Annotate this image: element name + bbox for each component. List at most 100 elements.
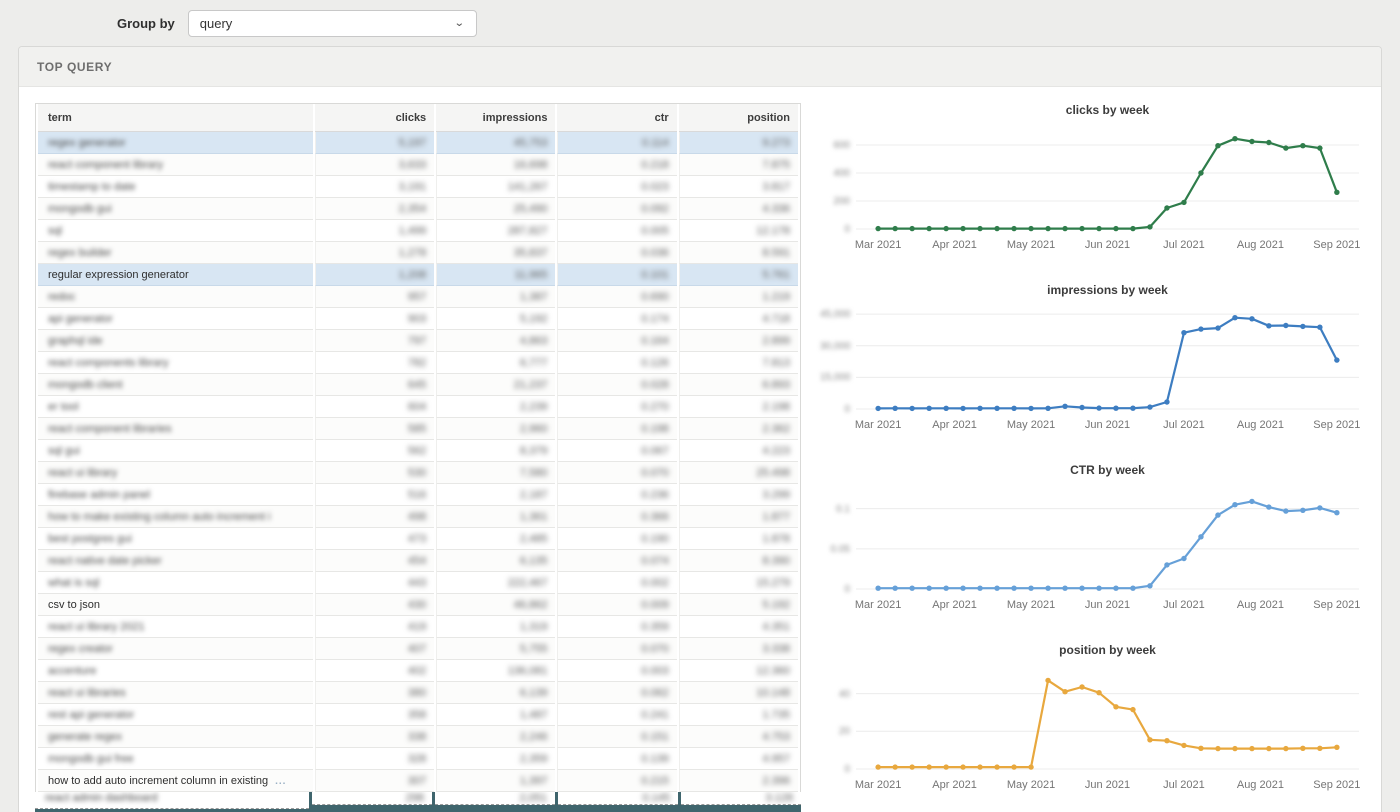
table-row[interactable]: mongodb gui free3282,3590.1394.957 xyxy=(38,748,798,770)
position-cell: 2.198 xyxy=(679,396,798,418)
ctr-cell: 0.126 xyxy=(557,352,676,374)
table-row[interactable]: react component libraries5852,9600.1982.… xyxy=(38,418,798,440)
data-point xyxy=(1181,330,1186,335)
data-point xyxy=(994,406,999,411)
table-row[interactable]: react ui libraries3806,1390.06210.148 xyxy=(38,682,798,704)
ctr-cell: 0.101 xyxy=(557,264,676,286)
table-row[interactable]: csv to json43046,8620.0095.192 xyxy=(38,594,798,616)
column-header-position[interactable]: position xyxy=(679,104,798,132)
chart-plot xyxy=(856,123,1359,235)
table-row[interactable]: sql gui5628,3790.0674.223 xyxy=(38,440,798,462)
x-axis-label: Jul 2021 xyxy=(1163,239,1205,251)
table-row[interactable]: mongodb client64521,2370.0286.893 xyxy=(38,374,798,396)
partial-row-selection-strip[interactable]: react admin dashboard2982,0510.1453.128 xyxy=(35,792,801,812)
column-header-clicks[interactable]: clicks xyxy=(315,104,434,132)
table-row[interactable]: best postgres gui4732,4850.1901.878 xyxy=(38,528,798,550)
partial-position-cell: 3.128 xyxy=(681,792,801,805)
position-cell: 1.219 xyxy=(679,286,798,308)
table-row[interactable]: regex creator4075,7550.0703.338 xyxy=(38,638,798,660)
clicks-cell: 443 xyxy=(315,572,434,594)
ctr-cell: 0.062 xyxy=(557,682,676,704)
position-cell: 3.338 xyxy=(679,638,798,660)
ctr-cell: 0.690 xyxy=(557,286,676,308)
table-row[interactable]: what is sql443222,4670.00215.279 xyxy=(38,572,798,594)
table-row[interactable]: react component library3,63316,6980.2187… xyxy=(38,154,798,176)
ctr-cell: 0.003 xyxy=(557,660,676,682)
table-row[interactable]: regular expression generator1,20811,9650… xyxy=(38,264,798,286)
term-cell: react ui library xyxy=(38,462,313,484)
ctr-cell: 0.215 xyxy=(557,770,676,792)
table-row[interactable]: react ui library5307,5800.07025.498 xyxy=(38,462,798,484)
column-header-impressions[interactable]: impressions xyxy=(436,104,555,132)
x-axis-label: Mar 2021 xyxy=(855,419,901,431)
x-axis: Mar 2021Apr 2021May 2021Jun 2021Jul 2021… xyxy=(856,779,1359,795)
table-row[interactable]: generate regex3382,2460.1514.753 xyxy=(38,726,798,748)
table-row[interactable]: mongodb gui2,35425,4900.0924.336 xyxy=(38,198,798,220)
data-point xyxy=(892,764,897,769)
chart-plot xyxy=(856,303,1359,415)
ctr-cell: 0.359 xyxy=(557,616,676,638)
data-point xyxy=(1079,586,1084,591)
ctr-cell: 0.002 xyxy=(557,572,676,594)
data-point xyxy=(875,586,880,591)
table-row[interactable]: timestamp to date3,191141,2670.0233.817 xyxy=(38,176,798,198)
data-point xyxy=(1130,226,1135,231)
column-header-term[interactable]: term xyxy=(38,104,313,132)
term-cell: api generator xyxy=(38,308,313,330)
table-row[interactable]: er tool6042,2390.2702.198 xyxy=(38,396,798,418)
table-row[interactable]: react ui library 20214191,3190.3594.351 xyxy=(38,616,798,638)
x-axis-label: Jun 2021 xyxy=(1085,599,1130,611)
data-point xyxy=(943,406,948,411)
ctr-cell: 0.005 xyxy=(557,220,676,242)
table-row[interactable]: api generator9035,1920.1744.718 xyxy=(38,308,798,330)
table-row[interactable]: rest api generator3581,4870.2411.735 xyxy=(38,704,798,726)
clicks-cell: 380 xyxy=(315,682,434,704)
impressions-cell: 35,837 xyxy=(436,242,555,264)
table-row[interactable]: react native date picker4546,1350.0748.3… xyxy=(38,550,798,572)
table-row[interactable]: regex generator5,19745,7530.1149.273 xyxy=(38,132,798,154)
x-axis-label: May 2021 xyxy=(1007,239,1055,251)
table-row[interactable]: react components library7826,7770.1267.8… xyxy=(38,352,798,374)
term-cell: sql gui xyxy=(38,440,313,462)
data-point xyxy=(1164,205,1169,210)
data-point xyxy=(1334,745,1339,750)
group-by-label: Group by xyxy=(117,16,175,31)
data-point xyxy=(1317,145,1322,150)
impressions-cell: 11,965 xyxy=(436,264,555,286)
data-point xyxy=(909,406,914,411)
x-axis-label: Jun 2021 xyxy=(1085,779,1130,791)
x-axis: Mar 2021Apr 2021May 2021Jun 2021Jul 2021… xyxy=(856,419,1359,435)
data-point xyxy=(1147,583,1152,588)
table-row[interactable]: how to add auto increment column in exis… xyxy=(38,770,798,792)
clicks-cell: 3,633 xyxy=(315,154,434,176)
data-point xyxy=(1130,406,1135,411)
impressions-cell: 25,490 xyxy=(436,198,555,220)
data-point xyxy=(1215,325,1220,330)
x-axis-label: Jul 2021 xyxy=(1163,419,1205,431)
data-point xyxy=(1147,737,1152,742)
table-row[interactable]: redoc9571,3870.6901.219 xyxy=(38,286,798,308)
table-row[interactable]: regex builder1,27835,8370.0368.591 xyxy=(38,242,798,264)
data-point xyxy=(1096,690,1101,695)
table-row[interactable]: accenture402136,0810.00312.360 xyxy=(38,660,798,682)
term-cell: regex generator xyxy=(38,132,313,154)
data-point xyxy=(1011,586,1016,591)
term-cell: accenture xyxy=(38,660,313,682)
table-row[interactable]: sql1,499287,8270.00512.178 xyxy=(38,220,798,242)
table-row[interactable]: how to make existing column auto increme… xyxy=(38,506,798,528)
data-point xyxy=(1249,499,1254,504)
clicks-cell: 604 xyxy=(315,396,434,418)
column-header-ctr[interactable]: ctr xyxy=(557,104,676,132)
term-cell: regex creator xyxy=(38,638,313,660)
data-point xyxy=(1045,226,1050,231)
chart-plot xyxy=(856,483,1359,595)
table-row[interactable]: firebase admin panel5162,1870.2363.299 xyxy=(38,484,798,506)
group-by-select[interactable]: query ⌄ xyxy=(188,10,477,37)
x-axis-label: Aug 2021 xyxy=(1237,599,1284,611)
clicks-cell: 307 xyxy=(315,770,434,792)
table-row[interactable]: graphql ide7974,8630.1642.899 xyxy=(38,330,798,352)
term-cell: react ui libraries xyxy=(38,682,313,704)
ctr-cell: 0.366 xyxy=(557,506,676,528)
data-point xyxy=(1028,406,1033,411)
data-point xyxy=(1215,143,1220,148)
